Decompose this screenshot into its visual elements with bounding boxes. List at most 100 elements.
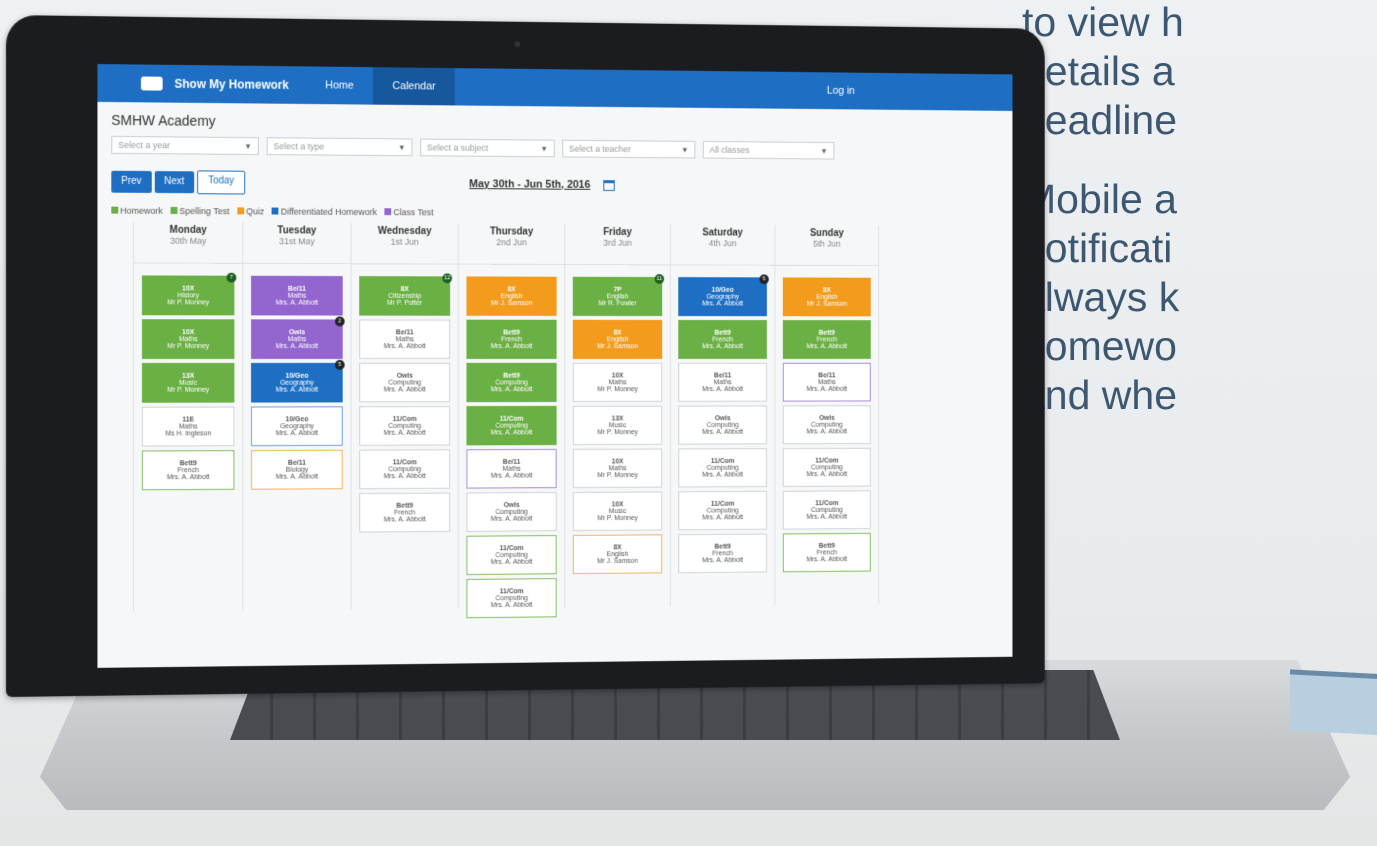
homework-card[interactable]: 11/Com Computing Mrs. A. Abbott (782, 490, 871, 530)
today-button[interactable]: Today (197, 170, 245, 195)
card-teacher: Mrs. A. Abbott (702, 556, 744, 564)
legend: Homework Spelling Test Quiz Differentiated … (97, 194, 1012, 221)
card-subject: Maths (395, 335, 414, 343)
homework-card[interactable]: 13X Music Mr P. Monney (141, 362, 235, 403)
subject-select[interactable]: Select a subject ▼ (420, 138, 555, 158)
homework-card[interactable]: 10/Geo Geography Mrs. A. Abbott 5 (678, 274, 769, 317)
day-date: 1st Jun (390, 236, 419, 247)
homework-card[interactable]: 8X English Mr J. Samson (782, 277, 871, 317)
homework-card[interactable]: 10X Maths Mr P. Monney (572, 448, 663, 489)
prev-button[interactable]: Prev (111, 170, 152, 193)
date-range-link[interactable]: May 30th - Jun 5th, 2016 (469, 178, 590, 191)
homework-card[interactable]: 11/Com Computing Mrs. A. Abbott (782, 447, 871, 487)
card-teacher: Mrs. A. Abbott (806, 513, 848, 521)
brand[interactable]: Show My Homework (97, 76, 305, 92)
homework-card[interactable]: Be/11 Maths Mrs. A. Abbott (251, 275, 343, 316)
homework-card[interactable]: Bett9 Computing Mrs. A. Abbott (466, 362, 557, 403)
card-teacher: Mrs. A. Abbott (702, 428, 744, 436)
day-events: 8X English Mr J. Samson Bett9 French Mrs. A. … (775, 266, 878, 606)
day-header: Tuesday 31st May (243, 222, 351, 265)
card-teacher: Mrs. A. Abbott (275, 342, 319, 350)
homework-card[interactable]: 8X English Mr J. Samson (466, 276, 557, 316)
card-teacher: Mrs. A. Abbott (383, 429, 426, 437)
day-column-monday: Monday 30th May 10X History Mr P. Monney 7 10X… (133, 221, 243, 612)
homework-card[interactable]: 11/Com Computing Mrs. A. Abbott (359, 449, 451, 490)
homework-card[interactable]: 10X History Mr P. Monney 7 (141, 272, 237, 316)
chevron-down-icon: ▼ (398, 142, 406, 152)
homework-card[interactable]: Bett9 French Mrs. A. Abbott (678, 533, 767, 574)
teacher-select-value: Select a teacher (569, 143, 631, 155)
day-events: 10X History Mr P. Monney 7 10X Maths Mr P. Mon… (134, 263, 242, 611)
card-teacher: Mrs. A. Abbott (490, 601, 533, 609)
homework-card[interactable]: 11/Com Computing Mrs. A. Abbott (466, 405, 557, 446)
card-teacher: Mr R. Fowler (598, 299, 637, 307)
day-date: 31st May (279, 236, 315, 247)
homework-card[interactable]: 10/Geo Geography Mrs. A. Abbott (251, 406, 343, 447)
homework-card[interactable]: 13X Music Mr P. Monney (572, 405, 663, 445)
day-header: Friday 3rd Jun (565, 223, 670, 266)
homework-card[interactable]: 11/Com Computing Mrs. A. Abbott (466, 535, 557, 576)
card-teacher: Mr P. Potter (387, 299, 423, 307)
homework-card[interactable]: 8X Citizenship Mr P. Potter 12 (359, 273, 453, 316)
homework-card[interactable]: Bett9 French Mrs. A. Abbott (141, 450, 235, 491)
card-teacher: Mr P. Monney (597, 514, 638, 522)
card-teacher: Mrs. A. Abbott (490, 342, 533, 350)
homework-card[interactable]: 8X English Mr J. Samson (572, 319, 663, 359)
calendar-icon[interactable] (603, 179, 616, 191)
day-events: 7P English Mr R. Fowler 11 8X English Mr J. Sa… (565, 265, 670, 607)
year-select-value: Select a year (118, 139, 171, 151)
homework-card[interactable]: 10/Geo Geography Mrs. A. Abbott 5 (251, 359, 345, 403)
homework-card[interactable]: 11/Com Computing Mrs. A. Abbott (466, 578, 557, 619)
login-link[interactable]: Log in (827, 85, 1013, 99)
homework-card[interactable]: 11/Com Computing Mrs. A. Abbott (678, 490, 767, 531)
day-column-friday: Friday 3rd Jun 7P English Mr R. Fowler 11 8X En… (564, 223, 670, 608)
smhw-logo-icon (140, 76, 163, 91)
homework-card[interactable]: 10X Maths Mr P. Monney (572, 362, 663, 402)
marketing-line: to view h (1022, 0, 1184, 45)
year-select[interactable]: Select a year ▼ (111, 135, 259, 155)
legend-item: Quiz (237, 206, 264, 216)
marketing-line: always k (1022, 274, 1180, 320)
homework-card[interactable]: 8X English Mr J. Samson (572, 534, 663, 575)
card-teacher: Mr J. Samson (597, 557, 639, 565)
background-marketing-text: to view h details a deadline Mobile a no… (1022, 0, 1377, 450)
homework-card[interactable]: Owls Computing Mrs. A. Abbott (466, 492, 557, 532)
homework-card[interactable]: Owls Maths Mrs. A. Abbott 2 (251, 316, 345, 359)
homework-card[interactable]: Be/11 Maths Mrs. A. Abbott (678, 362, 767, 402)
homework-card[interactable]: 10X Maths Mr P. Monney (141, 319, 235, 359)
homework-card[interactable]: Bett9 French Mrs. A. Abbott (782, 532, 871, 573)
class-select[interactable]: All classes ▼ (702, 140, 835, 160)
homework-card[interactable]: Owls Computing Mrs. A. Abbott (782, 405, 871, 445)
homework-card[interactable]: Owls Computing Mrs. A. Abbott (359, 362, 451, 403)
nav-calendar[interactable]: Calendar (373, 67, 455, 106)
homework-card[interactable]: 7P English Mr R. Fowler 11 (572, 274, 665, 317)
legend-item: Class Test (384, 207, 433, 217)
next-button[interactable]: Next (154, 171, 195, 194)
card-teacher: Mr J. Samson (806, 300, 848, 308)
homework-card[interactable]: Owls Computing Mrs. A. Abbott (678, 405, 767, 445)
homework-card[interactable]: Be/11 Maths Mrs. A. Abbott (466, 448, 557, 489)
homework-card[interactable]: Bett9 French Mrs. A. Abbott (782, 320, 871, 359)
teacher-select[interactable]: Select a teacher ▼ (562, 139, 696, 159)
homework-card[interactable]: Be/11 Biology Mrs. A. Abbott (251, 449, 343, 490)
homework-card[interactable]: 11/Com Computing Mrs. A. Abbott (359, 406, 451, 446)
day-date: 3rd Jun (603, 237, 632, 248)
marketing-line: details a (1022, 48, 1175, 94)
homework-card[interactable]: Bett9 French Mrs. A. Abbott (359, 492, 451, 533)
homework-card[interactable]: Be/11 Maths Mrs. A. Abbott (359, 319, 451, 359)
type-select[interactable]: Select a type ▼ (266, 137, 413, 157)
homework-card[interactable]: 11E Maths Ms H. Ingleson (141, 406, 235, 447)
day-name: Tuesday (277, 225, 317, 237)
day-date: 2nd Jun (496, 237, 527, 248)
homework-card[interactable]: Bett9 French Mrs. A. Abbott (466, 319, 557, 359)
legend-item: Differentiated Homework (271, 207, 377, 217)
homework-card[interactable]: 10X Music Mr P. Monney (572, 491, 663, 532)
day-column-sunday: Sunday 5th Jun 8X English Mr J. Samson Bett9 F… (774, 225, 880, 606)
nav-home[interactable]: Home (306, 66, 373, 104)
card-teacher: Mrs. A. Abbott (275, 386, 319, 394)
homework-card[interactable]: Bett9 French Mrs. A. Abbott (678, 319, 767, 359)
homework-card[interactable]: 11/Com Computing Mrs. A. Abbott (678, 448, 767, 488)
card-teacher: Mrs. A. Abbott (702, 300, 744, 307)
day-column-saturday: Saturday 4th Jun 10/Geo Geography Mrs. A. Ab… (669, 224, 775, 607)
homework-card[interactable]: Be/11 Maths Mrs. A. Abbott (782, 362, 871, 402)
